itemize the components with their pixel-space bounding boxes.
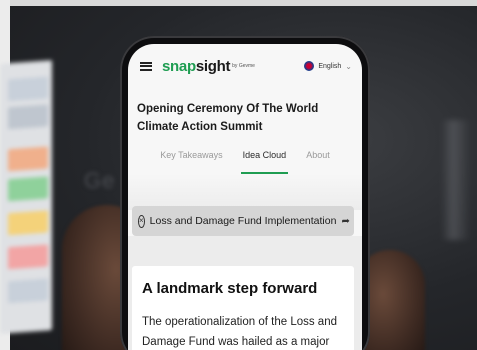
hamburger-icon[interactable] [140,61,152,71]
app-logo[interactable]: snapsight [162,58,230,75]
background-word: Ge [84,168,116,193]
tab-idea-cloud[interactable]: Idea Cloud [240,150,288,174]
background-monitor [0,60,52,334]
logo-tag: by Gevme [232,62,255,69]
background-screen-edge [441,120,471,240]
flag-icon [304,61,315,71]
article-body: The operationalization of the Loss and D… [142,312,348,350]
chevron-down-icon: ⌄ [345,61,352,71]
app-header: snapsight by Gevme English ⌄ [128,44,362,88]
topic-chip[interactable]: × Loss and Damage Fund Implementation ➦ [132,206,354,236]
tab-key-takeaways[interactable]: Key Takeaways [160,150,222,174]
tab-bar: Key Takeaways Idea Cloud About [128,150,362,174]
article-heading: A landmark step forward [142,280,318,297]
logo-primary: snap [162,57,196,75]
close-circle-icon[interactable]: × [138,214,145,228]
page-title: Opening Ceremony Of The World Climate Ac… [137,103,319,133]
language-label: English [318,62,342,70]
tab-shadow [128,174,362,210]
language-selector[interactable]: English ⌄ [304,61,352,71]
top-edge [10,0,477,6]
article-body-line: The operationalization of the Loss and [142,316,337,328]
photo-scene: Ge snapsight by Gevme English ⌄ Opening … [0,0,477,350]
share-icon[interactable]: ➦ [341,216,349,227]
topic-chip-label: Loss and Damage Fund Implementation [149,215,337,227]
tab-about[interactable]: About [306,150,330,174]
phone-screen: snapsight by Gevme English ⌄ Opening Cer… [128,44,362,350]
article-body-line: Damage Fund was hailed as a major [142,336,330,348]
logo-secondary: sight [195,57,231,75]
